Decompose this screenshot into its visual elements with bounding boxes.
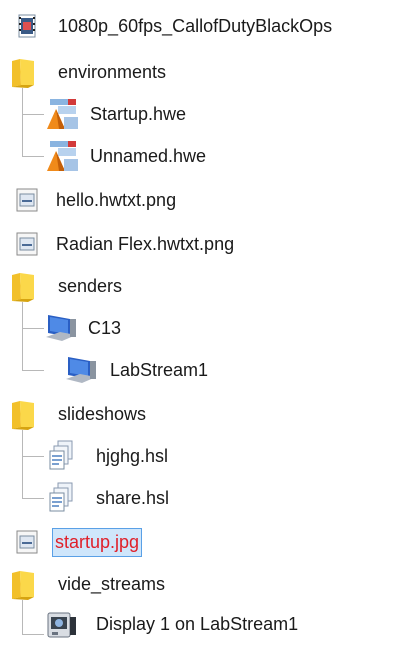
tree-item-startup-hwe[interactable]: Startup.hwe [44, 94, 186, 134]
computer-icon [62, 353, 100, 387]
image-file-icon [16, 232, 38, 256]
tree-item-label: Unnamed.hwe [90, 146, 207, 166]
tree-item-folder-senders[interactable]: senders [8, 266, 122, 306]
tree-item-label: environments [58, 62, 167, 82]
tree-connector [22, 302, 23, 370]
tree-connector [22, 634, 44, 635]
capture-device-icon [44, 607, 78, 641]
environment-file-icon [44, 139, 80, 173]
tree-item-display-1[interactable]: Display 1 on LabStream1 [44, 604, 298, 644]
tree-connector [22, 600, 23, 634]
tree-item-label: vide_streams [58, 574, 166, 594]
tree-connector [22, 456, 44, 457]
tree-connector [22, 370, 44, 371]
folder-icon [8, 397, 38, 431]
tree-item-hjghg-hsl[interactable]: hjghg.hsl [48, 436, 168, 476]
tree-item-label: senders [58, 276, 123, 296]
tree-connector [22, 430, 23, 498]
tree-item-sender-labstream1[interactable]: LabStream1 [62, 350, 208, 390]
tree-item-label: slideshows [58, 404, 147, 424]
tree-item-label: hjghg.hsl [96, 446, 169, 466]
tree-item-label: 1080p_60fps_CallofDutyBlackOps [58, 16, 333, 36]
tree-item-share-hsl[interactable]: share.hsl [48, 478, 169, 518]
folder-icon [8, 567, 38, 601]
image-file-icon [16, 530, 38, 554]
tree-item-startup-jpg[interactable]: startup.jpg [16, 522, 143, 562]
tree-connector [22, 498, 44, 499]
tree-item-unnamed-hwe[interactable]: Unnamed.hwe [44, 136, 206, 176]
tree-item-label: hello.hwtxt.png [56, 190, 177, 210]
tree-connector [22, 88, 23, 156]
environment-file-icon [44, 97, 80, 131]
computer-icon [42, 311, 80, 345]
tree-item-label: Display 1 on LabStream1 [96, 614, 299, 634]
tree-item-hello-png[interactable]: hello.hwtxt.png [16, 180, 176, 220]
tree-item-label: C13 [88, 318, 122, 338]
tree-item-video[interactable]: 1080p_60fps_CallofDutyBlackOps [18, 6, 332, 46]
tree-connector [22, 114, 44, 115]
slideshow-file-icon [48, 481, 76, 515]
tree-item-label: share.hsl [96, 488, 170, 508]
folder-icon [8, 55, 38, 89]
tree-item-label: Startup.hwe [90, 104, 187, 124]
image-file-icon [16, 188, 38, 212]
tree-item-sender-c13[interactable]: C13 [42, 308, 121, 348]
tree-item-label: LabStream1 [110, 360, 209, 380]
tree-item-folder-vide-streams[interactable]: vide_streams [8, 564, 165, 604]
tree-item-folder-environments[interactable]: environments [8, 52, 166, 92]
tree-item-folder-slideshows[interactable]: slideshows [8, 394, 146, 434]
video-file-icon [18, 13, 36, 39]
slideshow-file-icon [48, 439, 76, 473]
tree-connector [22, 328, 44, 329]
tree-item-label-selected: startup.jpg [52, 527, 143, 557]
tree-connector [22, 156, 44, 157]
folder-icon [8, 269, 38, 303]
tree-item-radian-flex-png[interactable]: Radian Flex.hwtxt.png [16, 224, 234, 264]
file-tree: 1080p_60fps_CallofDutyBlackOps environme… [0, 0, 396, 644]
tree-item-label: Radian Flex.hwtxt.png [56, 234, 235, 254]
